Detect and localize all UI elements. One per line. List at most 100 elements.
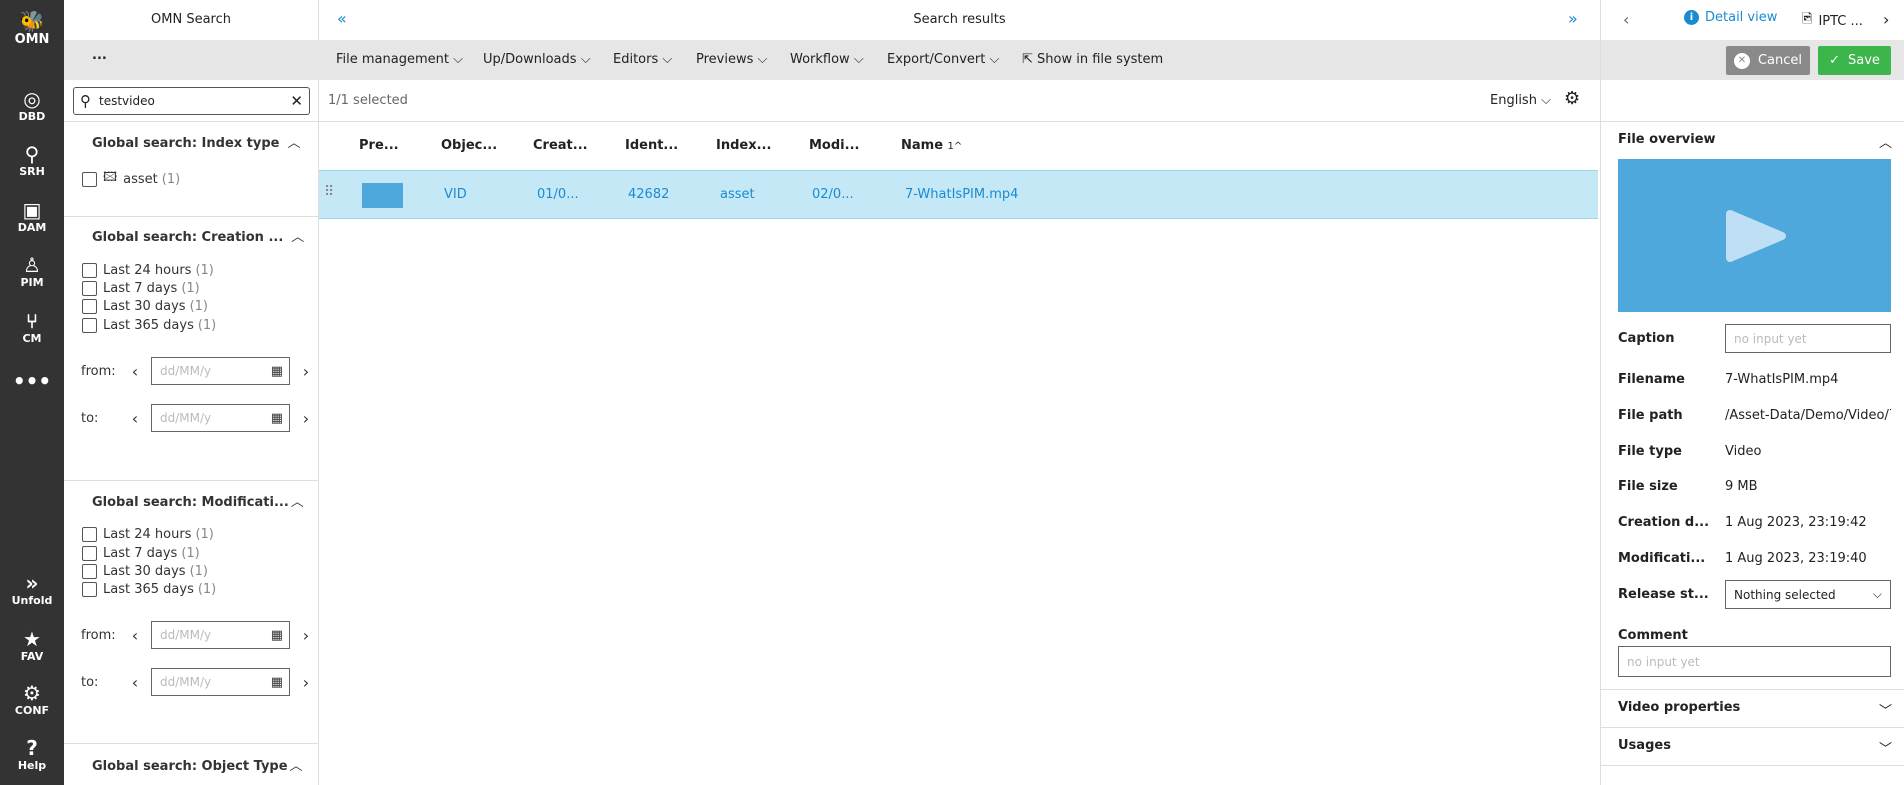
column-created[interactable]: Creat... (533, 121, 588, 170)
search-icon: ⚲ (24, 142, 40, 166)
column-name[interactable]: Name 1^ (901, 121, 962, 171)
video-preview[interactable] (1618, 159, 1891, 312)
chevron-right-icon[interactable]: › (296, 362, 316, 381)
rail-item-more[interactable]: ••• (0, 370, 64, 392)
column-index[interactable]: Index... (716, 121, 771, 170)
tab-iptc[interactable]: 🖻 IPTC ... (1802, 10, 1863, 32)
creation-from-input[interactable]: dd/MM/y ▦ (151, 357, 290, 385)
caption-input[interactable]: no input yet (1725, 324, 1891, 353)
language-select[interactable]: English ⌵ (1490, 80, 1551, 121)
column-identifier[interactable]: Ident... (625, 121, 678, 170)
mod-to-input[interactable]: dd/MM/y ▦ (151, 668, 290, 696)
chevron-right-icon[interactable]: › (296, 626, 316, 645)
release-status-label: Release st... (1618, 587, 1709, 602)
search-input[interactable]: ⚲ testvideo ✕ (73, 87, 310, 115)
app-rail: 🐝 OMN ◎ DBD ⚲ SRH ▣ DAM ♙ PIM ⑂ CM ••• » Unfol… (0, 0, 64, 785)
save-button[interactable]: ✓ Save (1818, 46, 1891, 75)
filter-creation-24h[interactable]: Last 24 hours (1) (82, 263, 214, 278)
release-status-select[interactable]: Nothing selected ⌵ (1725, 580, 1891, 609)
more-actions-button[interactable]: ... (92, 48, 107, 63)
filename-value: 7-WhatIsPIM.mp4 (1725, 372, 1839, 387)
chevron-left-icon[interactable]: ‹ (1623, 10, 1629, 29)
menu-editors[interactable]: Editors ⌵ (613, 40, 672, 80)
video-properties-header[interactable]: Video properties ﹀ (1618, 700, 1892, 719)
rail-item-pim[interactable]: ♙ PIM (0, 254, 64, 289)
column-object[interactable]: Objec... (441, 121, 497, 170)
chevron-left-icon[interactable]: ‹ (125, 673, 145, 692)
cancel-button[interactable]: ✕ Cancel (1726, 46, 1810, 75)
chevron-up-icon: ︿ (289, 759, 303, 774)
checkbox[interactable] (82, 281, 97, 296)
more-icon: ••• (12, 369, 52, 393)
filter-mod-7d[interactable]: Last 7 days (1) (82, 546, 200, 561)
filter-mod-365d[interactable]: Last 365 days (1) (82, 582, 216, 597)
filter-creation-7d[interactable]: Last 7 days (1) (82, 281, 200, 296)
creation-date-label: Creation d... (1618, 515, 1710, 530)
checkbox[interactable] (82, 527, 97, 542)
chevron-left-icon[interactable]: ‹ (125, 409, 145, 428)
section-modification-header[interactable]: Global search: Modificati... ︿ (92, 491, 304, 510)
menu-up-downloads[interactable]: Up/Downloads ⌵ (483, 40, 591, 80)
menu-export-convert[interactable]: Export/Convert ⌵ (887, 40, 999, 80)
tab-detail-view[interactable]: i Detail view (1684, 10, 1777, 25)
chevron-left-icon[interactable]: ‹ (125, 362, 145, 381)
checkbox[interactable] (82, 171, 97, 187)
chevron-right-icon[interactable]: › (296, 673, 316, 692)
calendar-icon[interactable]: ▦ (271, 628, 283, 643)
calendar-icon[interactable]: ▦ (271, 364, 283, 379)
chevron-left-icon[interactable]: ‹ (125, 626, 145, 645)
omn-logo[interactable]: 🐝 OMN (0, 10, 64, 47)
checkbox[interactable] (82, 546, 97, 561)
preview-thumbnail[interactable] (362, 183, 403, 208)
checkbox[interactable] (82, 564, 97, 579)
menu-file-management[interactable]: File management ⌵ (336, 40, 463, 80)
gear-icon[interactable]: ⚙ (1564, 88, 1580, 109)
show-in-file-system-button[interactable]: ⇱ Show in file system (1022, 40, 1163, 80)
drag-handle-icon[interactable]: ⠿ (324, 184, 334, 200)
file-type-label: File type (1618, 444, 1682, 459)
calendar-icon[interactable]: ▦ (271, 675, 283, 690)
menu-workflow[interactable]: Workflow ⌵ (790, 40, 864, 80)
section-object-type-header[interactable]: Global search: Object Type ︿ (92, 755, 303, 774)
file-overview-header[interactable]: File overview ︿ (1618, 132, 1892, 151)
filter-asset[interactable]: 🖾 asset (1) (82, 168, 180, 190)
checkbox[interactable] (82, 299, 97, 314)
checkbox[interactable] (82, 582, 97, 597)
cell-name[interactable]: 7-WhatIsPIM.mp4 (905, 170, 1018, 219)
rail-item-fav[interactable]: ★ FAV (0, 628, 64, 663)
file-path-label: File path (1618, 408, 1683, 423)
expand-right-icon[interactable]: » (1568, 9, 1578, 28)
filter-mod-24h[interactable]: Last 24 hours (1) (82, 527, 214, 542)
section-creation-header[interactable]: Global search: Creation ... ︿ (92, 226, 304, 245)
rail-item-conf[interactable]: ⚙ CONF (0, 682, 64, 717)
chevron-right-icon[interactable]: › (1883, 10, 1889, 29)
cell-object[interactable]: VID (444, 170, 467, 219)
rail-item-help[interactable]: ? Help (0, 737, 64, 772)
chevron-up-icon: ︿ (1878, 136, 1892, 151)
rail-item-dam[interactable]: ▣ DAM (0, 199, 64, 234)
rail-item-srh[interactable]: ⚲ SRH (0, 143, 64, 178)
checkbox[interactable] (82, 318, 97, 333)
checkbox[interactable] (82, 263, 97, 278)
filter-creation-30d[interactable]: Last 30 days (1) (82, 299, 208, 314)
filter-creation-365d[interactable]: Last 365 days (1) (82, 318, 216, 333)
calendar-icon[interactable]: ▦ (271, 411, 283, 426)
menu-previews[interactable]: Previews ⌵ (696, 40, 767, 80)
chevron-right-icon[interactable]: › (296, 409, 316, 428)
clear-icon[interactable]: ✕ (290, 92, 303, 110)
usages-header[interactable]: Usages ﹀ (1618, 738, 1892, 757)
rail-item-unfold[interactable]: » Unfold (0, 572, 64, 607)
play-icon[interactable] (1722, 209, 1788, 262)
section-index-type-header[interactable]: Global search: Index type ︿ (92, 132, 301, 151)
filter-mod-30d[interactable]: Last 30 days (1) (82, 564, 208, 579)
rail-item-dbd[interactable]: ◎ DBD (0, 88, 64, 123)
product-icon: ♙ (23, 253, 41, 277)
comment-input[interactable]: no input yet (1618, 646, 1891, 677)
selection-count: 1/1 selected (328, 93, 408, 108)
column-preview[interactable]: Pre... (359, 121, 399, 170)
rail-item-cm[interactable]: ⑂ CM (0, 310, 64, 345)
mod-from-input[interactable]: dd/MM/y ▦ (151, 621, 290, 649)
column-modified[interactable]: Modi... (809, 121, 859, 170)
cell-created: 01/0... (537, 187, 579, 202)
creation-to-input[interactable]: dd/MM/y ▦ (151, 404, 290, 432)
